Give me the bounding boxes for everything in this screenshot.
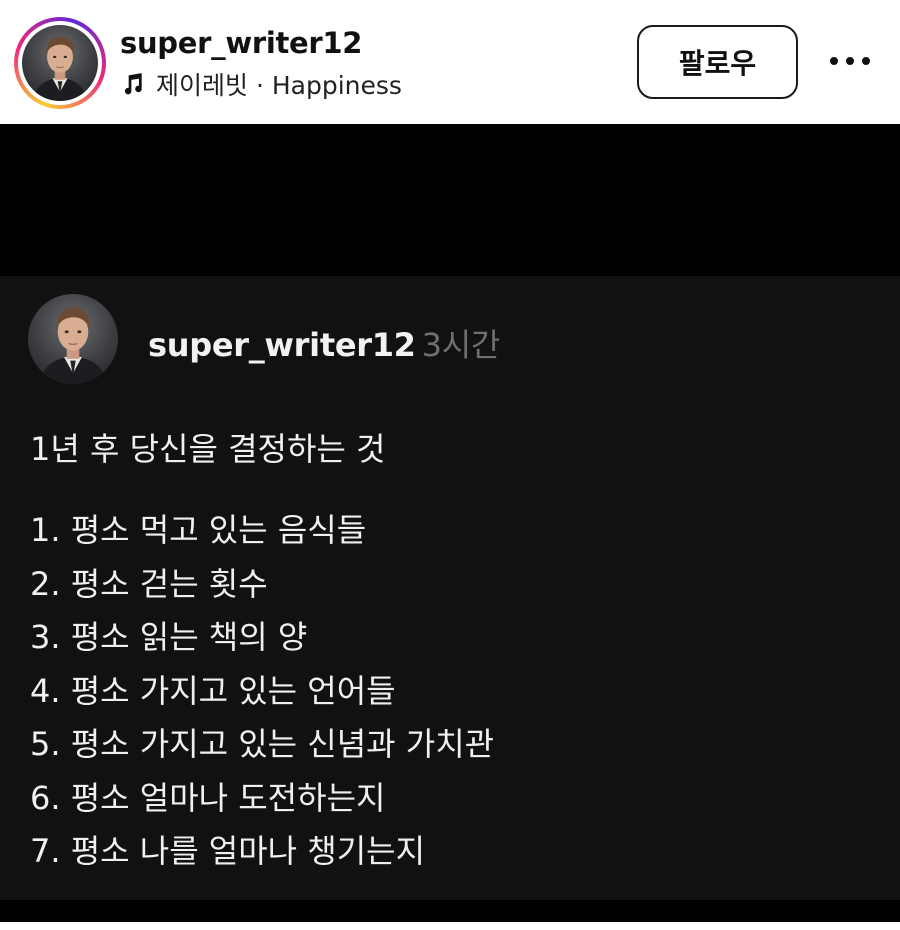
post-list: 1. 평소 먹고 있는 음식들 2. 평소 걷는 횟수 3. 평소 읽는 책의 … [30,504,494,879]
avatar-portrait [32,36,88,101]
music-note-icon [124,73,142,95]
avatar-portrait [38,307,108,384]
list-item: 4. 평소 가지고 있는 언어들 [30,671,396,710]
more-options-icon[interactable] [826,46,874,76]
post-username: super_writer12 [148,326,416,364]
media-top-band [0,124,900,276]
post-header: super_writer12 제이레빗 · Happiness 팔로우 [0,0,900,124]
list-item: 6. 평소 얼마나 도전하는지 [30,778,386,817]
list-item: 7. 평소 나를 얼마나 챙기는지 [30,832,426,870]
list-item: 2. 평소 걷는 횟수 [30,564,268,603]
post-image-card: super_writer12 3시간 1년 후 당신을 결정하는 것 1. 평소 … [0,276,900,900]
list-item: 1. 평소 먹고 있는 음식들 [30,511,367,549]
post-avatar [28,294,118,384]
post-time: 3시간 [421,326,501,364]
list-item: 5. 평소 가지고 있는 신념과 가치관 [30,725,495,763]
header-username[interactable]: super_writer12 [120,26,362,60]
follow-button[interactable]: 팔로우 [637,25,798,99]
post-title: 1년 후 당신을 결정하는 것 [30,430,386,468]
bottom-divider [0,922,900,930]
avatar[interactable] [22,25,98,101]
music-label: 제이레빗 · Happiness [156,71,402,100]
story-ring[interactable] [14,17,106,109]
list-item: 3. 평소 읽는 책의 양 [30,618,308,656]
music-info[interactable]: 제이레빗 · Happiness [120,68,402,100]
post-username-line: super_writer12 3시간 [148,320,500,366]
